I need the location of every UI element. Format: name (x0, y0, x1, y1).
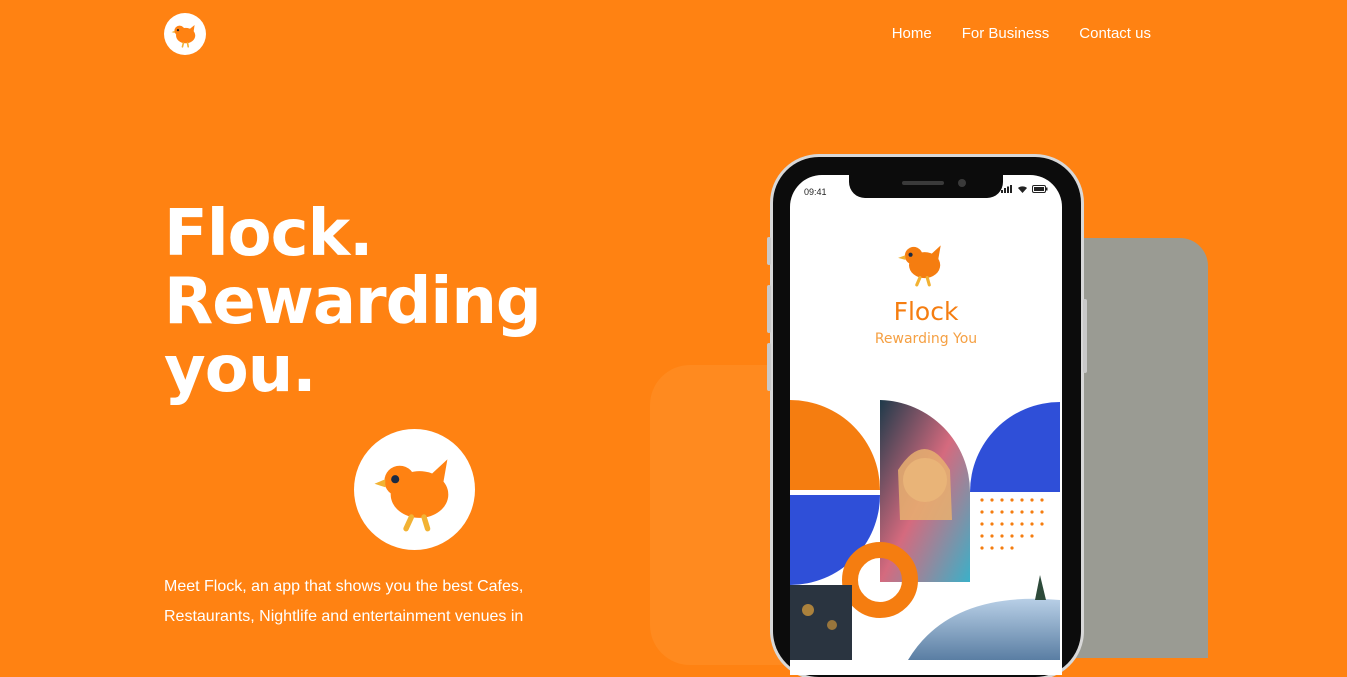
nav-for-business[interactable]: For Business (962, 25, 1050, 42)
app-collage (790, 400, 1060, 660)
app-tagline: Rewarding You (874, 331, 978, 347)
wifi-icon (1018, 186, 1027, 193)
hero-description: Meet Flock, an app that shows you the be… (164, 578, 524, 625)
phone-side-button (1083, 299, 1087, 373)
bird-icon (171, 25, 196, 48)
nav-home[interactable]: Home (892, 25, 932, 42)
hero-bird-badge (354, 429, 475, 550)
status-icons (1001, 185, 1048, 193)
phone-screen: 09:41 Flock Rewarding You (790, 175, 1062, 675)
status-time: 09:41 (804, 187, 827, 197)
app-name: Flock (893, 297, 959, 326)
phone-speaker (902, 181, 944, 185)
phone-side-button (767, 285, 771, 333)
phone-notch (849, 175, 1003, 198)
phone-mockup: 09:41 Flock Rewarding You (767, 157, 1087, 677)
phone-side-button (767, 343, 771, 391)
hero-title-line-1: Flock. (164, 197, 373, 271)
nav-contact-us[interactable]: Contact us (1079, 25, 1151, 42)
logo[interactable] (164, 13, 206, 55)
hero-title-line-2: Rewarding (164, 265, 542, 339)
hero-title: Flock. Rewarding you. (164, 197, 542, 407)
app-bird-icon (898, 245, 941, 287)
phone-camera (958, 179, 966, 187)
main-nav: Home For Business Contact us (892, 25, 1151, 42)
battery-icon (1032, 185, 1048, 193)
signal-icon (1001, 185, 1012, 193)
bird-icon (374, 458, 448, 531)
phone-side-button (767, 237, 771, 265)
hero-title-line-3: you. (164, 333, 317, 407)
